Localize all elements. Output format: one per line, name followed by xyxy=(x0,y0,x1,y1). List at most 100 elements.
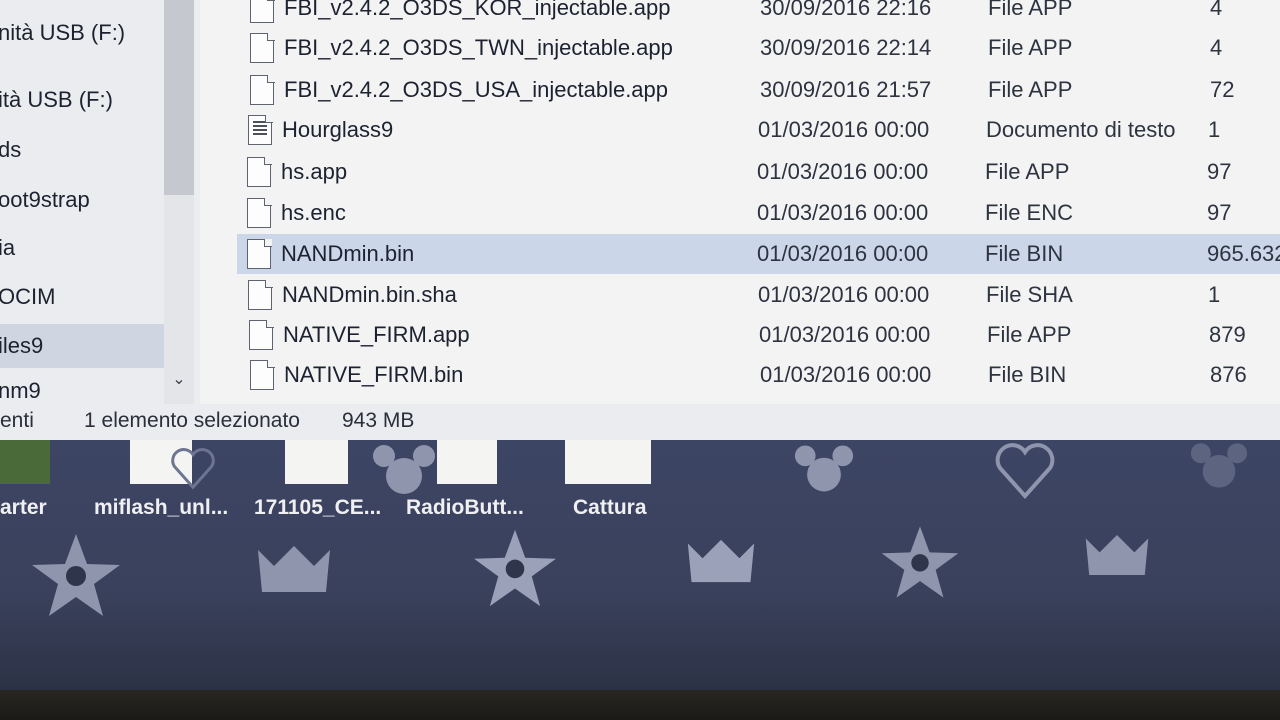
file-name: NATIVE_FIRM.app xyxy=(283,322,470,347)
mouse-emblem-icon xyxy=(373,445,435,494)
desktop-icon-label[interactable]: Cattura xyxy=(573,496,647,520)
nav-item-usb-drive-1[interactable]: nità USB (F:) xyxy=(0,14,168,52)
file-row[interactable]: hs.app 01/03/2016 00:00 File APP 97 xyxy=(237,152,1280,192)
mouse-emblem-icon xyxy=(794,445,854,492)
file-row[interactable]: NANDmin.bin.sha 01/03/2016 00:00 File SH… xyxy=(238,275,1280,315)
file-type: File SHA xyxy=(986,282,1073,307)
monitor-bezel xyxy=(0,690,1280,720)
file-type: File APP xyxy=(987,322,1072,347)
file-row[interactable]: NATIVE_FIRM.bin 01/03/2016 00:00 File BI… xyxy=(240,355,1280,395)
file-type: File ENC xyxy=(985,200,1074,225)
file-row[interactable]: NATIVE_FIRM.app 01/03/2016 00:00 File AP… xyxy=(239,315,1280,355)
file-size: 4 xyxy=(1210,0,1223,20)
image-shortcut-icon[interactable] xyxy=(565,440,651,484)
file-icon xyxy=(249,319,274,350)
file-icon xyxy=(247,197,272,228)
mouse-emblem-icon xyxy=(1190,443,1248,488)
file-name: Hourglass9 xyxy=(282,117,394,142)
file-type: File APP xyxy=(988,35,1073,60)
star-emblem-icon xyxy=(881,526,959,598)
file-icon xyxy=(250,0,275,23)
file-size: 4 xyxy=(1210,35,1223,60)
file-date: 01/03/2016 00:00 xyxy=(757,159,929,184)
file-date: 01/03/2016 00:00 xyxy=(757,200,929,225)
file-size: 879 xyxy=(1209,322,1246,347)
file-icon xyxy=(247,156,272,187)
document-shortcut-icon[interactable] xyxy=(285,440,348,484)
nav-item-boot9strap[interactable]: oot9strap xyxy=(0,181,168,219)
heart-emblem-icon xyxy=(171,448,215,490)
file-date: 01/03/2016 00:00 xyxy=(758,282,930,307)
desktop-icon-label[interactable]: arter xyxy=(0,496,47,520)
file-type: File APP xyxy=(988,0,1073,20)
file-row[interactable]: hs.enc 01/03/2016 00:00 File ENC 97 xyxy=(237,193,1280,233)
file-name: NANDmin.bin xyxy=(281,241,415,266)
file-name: hs.enc xyxy=(281,200,346,225)
file-type: File BIN xyxy=(985,241,1064,266)
file-name: NATIVE_FIRM.bin xyxy=(284,362,464,387)
nav-item-usb-drive-2[interactable]: ità USB (F:) xyxy=(0,81,168,119)
file-icon xyxy=(248,279,273,310)
file-row-selected[interactable]: NANDmin.bin 01/03/2016 00:00 File BIN 96… xyxy=(237,234,1280,274)
file-date: 01/03/2016 00:00 xyxy=(760,362,932,387)
star-emblem-icon xyxy=(474,529,556,607)
file-size: 965.632 xyxy=(1207,241,1280,266)
nav-item-ia[interactable]: ia xyxy=(0,229,168,267)
file-date: 01/03/2016 00:00 xyxy=(759,322,931,347)
file-type: File APP xyxy=(988,77,1073,102)
file-name: FBI_v2.4.2_O3DS_TWN_injectable.app xyxy=(284,35,673,60)
text-file-icon xyxy=(248,114,273,145)
file-size: 97 xyxy=(1207,200,1232,225)
desktop: arter miflash_unl... 171105_CE... RadioB… xyxy=(0,440,1280,690)
file-type: Documento di testo xyxy=(986,117,1176,142)
crown-icon xyxy=(1085,535,1149,575)
file-size: 876 xyxy=(1210,362,1247,387)
desktop-icon-label[interactable]: 171105_CE... xyxy=(254,496,381,520)
file-row[interactable]: FBI_v2.4.2_O3DS_KOR_injectable.app 30/09… xyxy=(240,0,1280,28)
file-list: FBI_v2.4.2_O3DS_KOR_injectable.app 30/09… xyxy=(200,0,1280,404)
status-selection-size: 943 MB xyxy=(342,409,415,432)
file-name: hs.app xyxy=(281,159,348,184)
nav-scrollbar-thumb[interactable] xyxy=(164,0,194,195)
file-size: 1 xyxy=(1208,282,1221,307)
file-name: NANDmin.bin.sha xyxy=(282,282,457,307)
file-type: File BIN xyxy=(988,362,1067,387)
scroll-down-chevron-icon[interactable]: ⌄ xyxy=(170,370,188,390)
file-icon xyxy=(250,74,275,105)
file-icon xyxy=(250,359,275,390)
app-shortcut-icon[interactable] xyxy=(0,440,50,484)
file-explorer-window: nità USB (F:) ità USB (F:) ds oot9strap … xyxy=(0,0,1280,440)
file-date: 30/09/2016 21:57 xyxy=(760,77,932,102)
nav-item-nm9[interactable]: nm9 xyxy=(0,372,168,404)
crown-icon xyxy=(687,539,755,583)
file-name: FBI_v2.4.2_O3DS_KOR_injectable.app xyxy=(284,0,671,20)
heart-emblem-icon xyxy=(995,443,1055,500)
file-size: 72 xyxy=(1210,77,1235,102)
file-row[interactable]: FBI_v2.4.2_O3DS_TWN_injectable.app 30/09… xyxy=(240,28,1280,68)
nav-item-dcim[interactable]: OCIM xyxy=(0,278,168,316)
desktop-icon-label[interactable]: RadioButt... xyxy=(406,496,524,520)
status-bar: enti 1 elemento selezionato 943 MB xyxy=(0,404,1280,440)
nav-item-files9[interactable]: iles9 xyxy=(0,324,168,368)
crown-icon xyxy=(258,546,330,592)
file-date: 01/03/2016 00:00 xyxy=(757,241,929,266)
status-item-count: enti xyxy=(0,409,34,432)
navigation-pane: nità USB (F:) ità USB (F:) ds oot9strap … xyxy=(0,0,196,404)
document-shortcut-icon[interactable] xyxy=(437,440,497,484)
file-row[interactable]: FBI_v2.4.2_O3DS_USA_injectable.app 30/09… xyxy=(240,70,1280,110)
file-icon xyxy=(250,32,275,63)
file-date: 01/03/2016 00:00 xyxy=(758,117,930,142)
file-icon xyxy=(247,238,272,269)
file-type: File APP xyxy=(985,159,1070,184)
desktop-icon-label[interactable]: miflash_unl... xyxy=(94,496,228,520)
star-emblem-icon xyxy=(32,534,120,616)
nav-item-ds[interactable]: ds xyxy=(0,131,168,169)
file-date: 30/09/2016 22:14 xyxy=(760,35,932,60)
nav-scrollbar[interactable]: ⌄ xyxy=(164,0,194,404)
file-size: 1 xyxy=(1208,117,1221,142)
file-date: 30/09/2016 22:16 xyxy=(760,0,932,20)
file-row[interactable]: Hourglass9 01/03/2016 00:00 Documento di… xyxy=(238,110,1280,150)
status-selection: 1 elemento selezionato xyxy=(84,409,300,432)
file-size: 97 xyxy=(1207,159,1232,184)
file-name: FBI_v2.4.2_O3DS_USA_injectable.app xyxy=(284,77,669,102)
